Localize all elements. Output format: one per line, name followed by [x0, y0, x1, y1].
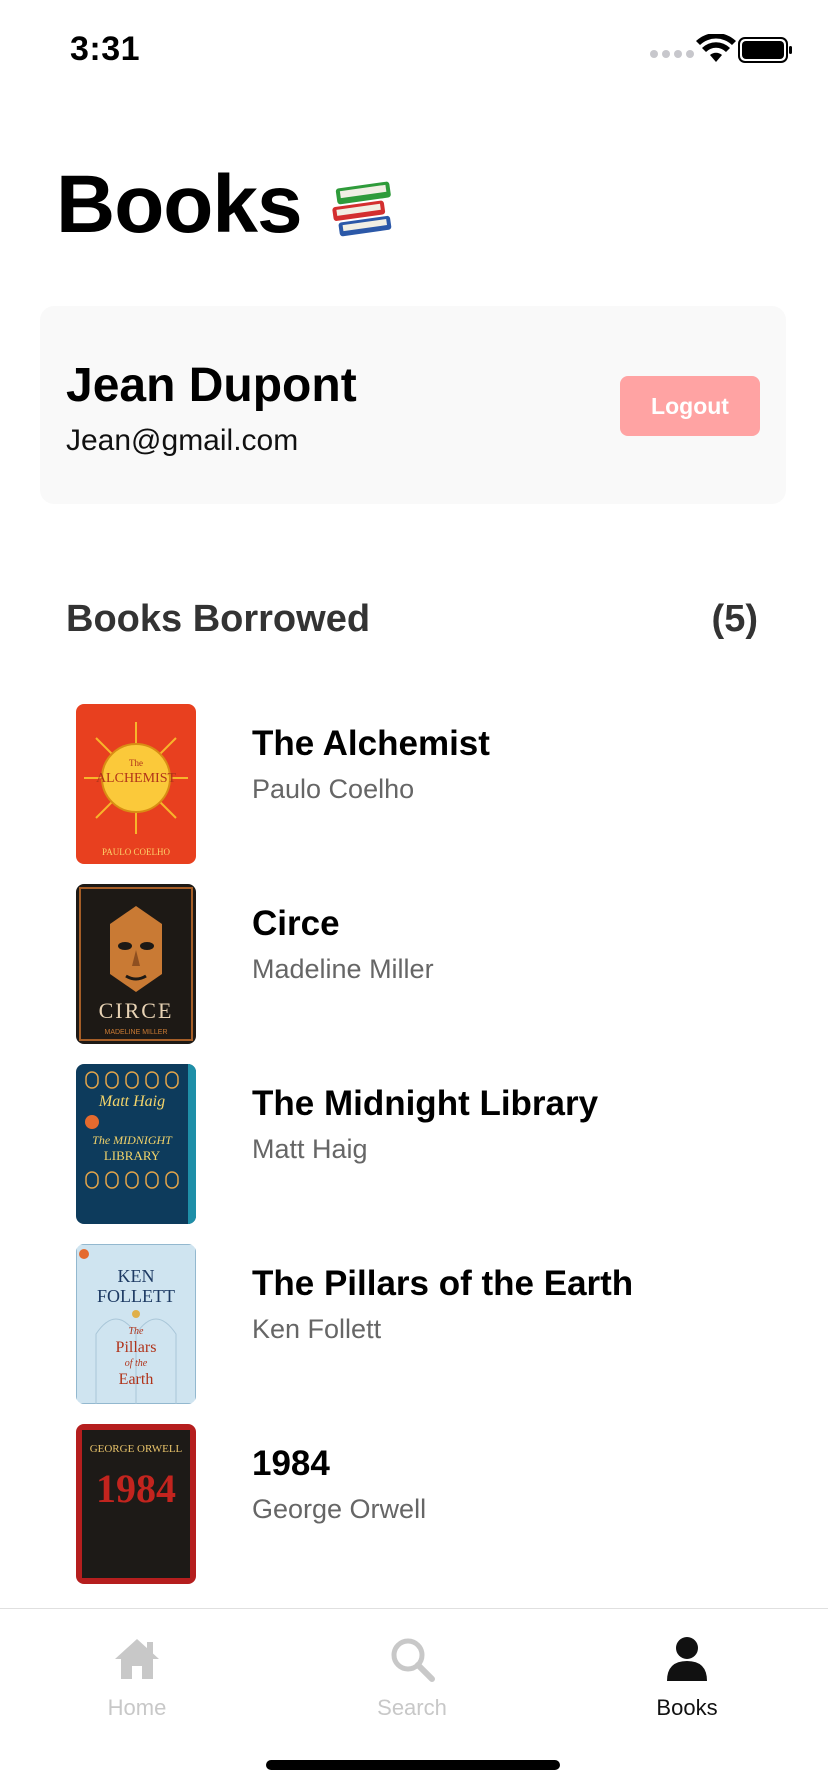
- wifi-icon: [696, 34, 736, 62]
- section-title: Books Borrowed: [66, 598, 371, 640]
- book-title: The Pillars of the Earth: [252, 1264, 634, 1303]
- list-item[interactable]: The ALCHEMIST PAULO COELHO The Alchemist…: [0, 704, 828, 864]
- tab-label: Books: [656, 1695, 718, 1720]
- page-title: Books: [56, 159, 303, 250]
- list-item[interactable]: KEN FOLLETT The Pillars of the Earth The…: [0, 1244, 828, 1404]
- the-pillars-of-the-earth-cover: KEN FOLLETT The Pillars of the Earth: [76, 1244, 196, 1404]
- status-bar: 3:31: [0, 0, 828, 100]
- svg-text:GEORGE ORWELL: GEORGE ORWELL: [90, 1443, 183, 1455]
- page-header: Books: [56, 158, 402, 252]
- list-item[interactable]: CIRCE MADELINE MILLER Circe Madeline Mil…: [0, 884, 828, 1044]
- svg-text:The MIDNIGHT: The MIDNIGHT: [92, 1133, 173, 1147]
- book-author: Matt Haig: [252, 1134, 368, 1164]
- books-stack-icon: [332, 181, 391, 237]
- book-title: Circe: [252, 904, 340, 943]
- book-title: The Midnight Library: [252, 1084, 599, 1123]
- svg-text:FOLLETT: FOLLETT: [97, 1286, 175, 1306]
- book-author: Paulo Coelho: [252, 774, 415, 804]
- svg-text:of the: of the: [125, 1358, 148, 1369]
- svg-text:MADELINE MILLER: MADELINE MILLER: [104, 1029, 167, 1036]
- tab-search[interactable]: Search: [332, 1633, 492, 1743]
- svg-text:KEN: KEN: [118, 1266, 155, 1286]
- logout-button[interactable]: Logout: [620, 376, 760, 436]
- book-author: Ken Follett: [252, 1314, 382, 1344]
- person-icon: [667, 1637, 707, 1681]
- the-midnight-library-cover: Matt Haig The MIDNIGHT LIBRARY: [76, 1064, 196, 1224]
- svg-text:The: The: [129, 1326, 145, 1337]
- home-indicator[interactable]: [266, 1760, 560, 1770]
- user-card: Jean Dupont Jean@gmail.com Logout: [40, 306, 786, 504]
- svg-text:Pillars: Pillars: [116, 1339, 157, 1356]
- books-screen: 3:31 Books Jean Dupont Jean@gmail.com Lo…: [0, 0, 828, 1792]
- 1984-cover: GEORGE ORWELL 1984: [76, 1424, 196, 1584]
- user-email: Jean@gmail.com: [66, 424, 299, 457]
- book-author: Madeline Miller: [252, 954, 434, 984]
- tab-label: Search: [377, 1695, 447, 1720]
- svg-text:ALCHEMIST: ALCHEMIST: [96, 771, 177, 786]
- list-item[interactable]: Matt Haig The MIDNIGHT LIBRARY The Midni…: [0, 1064, 828, 1224]
- svg-text:Matt Haig: Matt Haig: [98, 1093, 165, 1110]
- svg-text:PAULO COELHO: PAULO COELHO: [102, 847, 170, 857]
- svg-text:1984: 1984: [96, 1466, 176, 1511]
- book-author: George Orwell: [252, 1494, 427, 1524]
- circe-cover: CIRCE MADELINE MILLER: [76, 884, 196, 1044]
- svg-text:CIRCE: CIRCE: [99, 998, 174, 1023]
- svg-text:LIBRARY: LIBRARY: [104, 1148, 161, 1163]
- tab-label: Home: [107, 1695, 167, 1720]
- status-time: 3:31: [70, 30, 141, 68]
- the-alchemist-cover: The ALCHEMIST PAULO COELHO: [76, 704, 196, 864]
- user-name: Jean Dupont: [66, 359, 357, 412]
- book-list[interactable]: The ALCHEMIST PAULO COELHO The Alchemist…: [0, 704, 828, 1610]
- book-title: 1984: [252, 1444, 330, 1483]
- tab-books[interactable]: Books: [607, 1633, 767, 1743]
- home-icon: [115, 1639, 159, 1679]
- search-icon: [391, 1638, 435, 1682]
- svg-text:Earth: Earth: [119, 1371, 154, 1388]
- battery-icon: [738, 37, 792, 63]
- books-borrowed-header: Books Borrowed (5): [66, 598, 758, 641]
- list-item[interactable]: GEORGE ORWELL 1984 1984 George Orwell: [0, 1424, 828, 1584]
- cellular-signal-icon: [650, 50, 694, 58]
- tab-home[interactable]: Home: [57, 1633, 217, 1743]
- svg-text:The: The: [129, 758, 143, 768]
- borrowed-count: (5): [711, 598, 758, 640]
- book-title: The Alchemist: [252, 724, 490, 763]
